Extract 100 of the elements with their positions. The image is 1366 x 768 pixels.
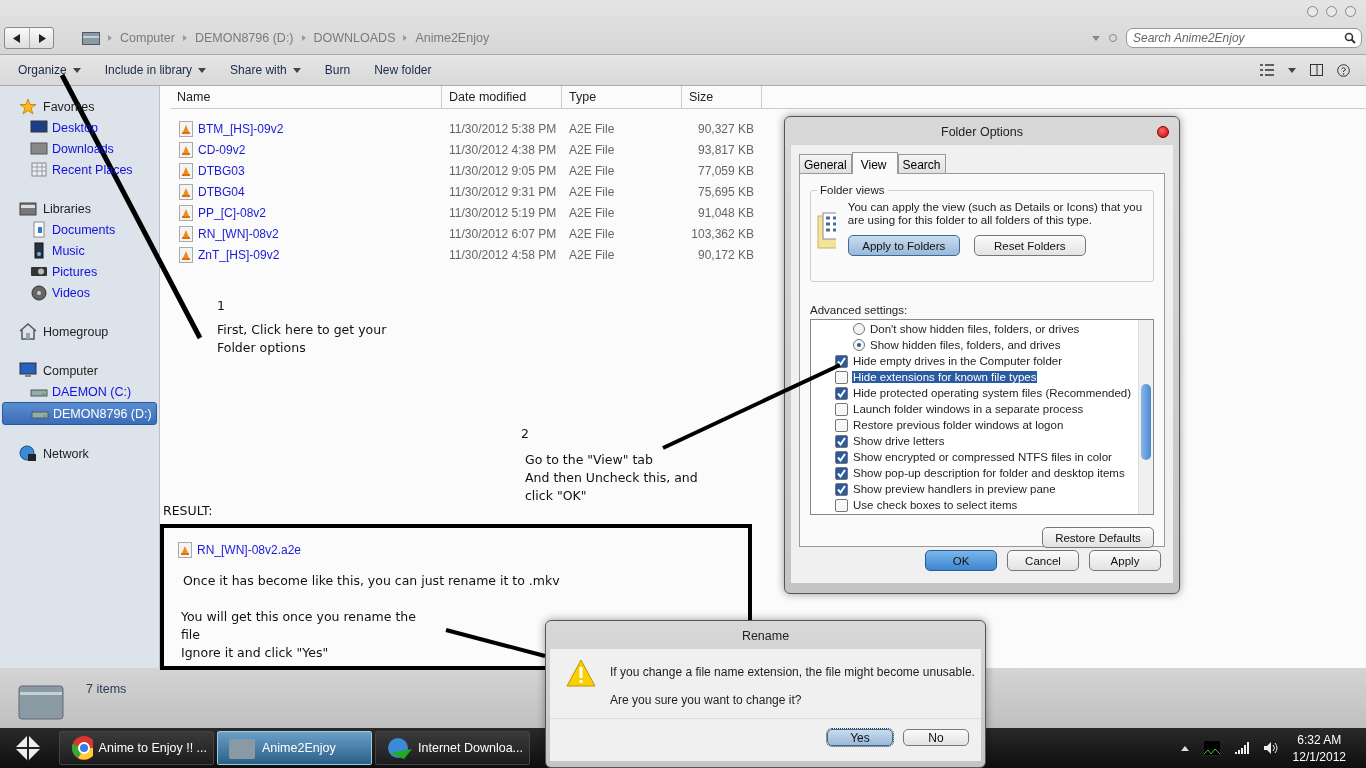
- checkbox[interactable]: [835, 402, 848, 416]
- sidebar-group[interactable]: Computer: [0, 360, 159, 381]
- search-field[interactable]: Search Anime2Enjoy: [1126, 28, 1362, 48]
- help-icon[interactable]: [1337, 63, 1350, 77]
- setting-label[interactable]: Show encrypted or compressed NTFS files in color: [852, 451, 1113, 463]
- type-cell-text: A2E File: [568, 226, 616, 241]
- tab[interactable]: View: [851, 152, 898, 174]
- setting-label[interactable]: Show preview handlers in preview pane: [852, 483, 1057, 495]
- toolbar-button[interactable]: Burn: [314, 59, 361, 81]
- sidebar-item[interactable]: DEMON8796 (D:): [2, 402, 157, 425]
- close-button[interactable]: [1157, 126, 1169, 138]
- checkbox[interactable]: [835, 386, 848, 400]
- sidebar-item[interactable]: DAEMON (C:): [2, 381, 157, 402]
- description-text: You can apply the view (such as Details or Icons) that you are using for this folder to all folders of this type.: [847, 200, 1144, 227]
- date-cell-text: 11/30/2012 6:07 PM: [448, 226, 558, 241]
- tab[interactable]: General: [799, 154, 852, 173]
- type-cell-text: A2E File: [568, 142, 616, 157]
- column-header[interactable]: Type: [562, 86, 682, 108]
- checkbox[interactable]: [835, 498, 848, 512]
- dialog-title: Rename: [740, 628, 791, 645]
- checkbox[interactable]: [835, 482, 848, 496]
- checkbox[interactable]: [835, 418, 848, 432]
- checkbox[interactable]: [835, 370, 848, 384]
- type-cell-text: A2E File: [568, 184, 616, 199]
- sidebar-group[interactable]: Libraries: [0, 198, 159, 219]
- clock[interactable]: 6:32 AM 12/1/2012: [1292, 732, 1346, 764]
- message-text: If you change a file name extension, the file might become unusable.: [610, 665, 975, 679]
- toolbar-button[interactable]: New folder: [364, 59, 442, 81]
- dialog-button[interactable]: Apply to Folders: [847, 235, 960, 256]
- column-header[interactable]: Size: [682, 86, 762, 108]
- dialog-title: Folder Options: [940, 124, 1024, 141]
- column-header[interactable]: Date modified: [442, 86, 562, 108]
- file-icon: [179, 246, 193, 263]
- file-name[interactable]: BTM_[HS]-09v2: [170, 120, 442, 137]
- file-icon: [179, 204, 193, 221]
- annotation-text: Ignore it and click "Yes": [181, 644, 329, 662]
- tab[interactable]: Search: [897, 154, 946, 173]
- setting-label[interactable]: Hide protected operating system files (Recommended): [852, 387, 1133, 399]
- setting-label[interactable]: Show pop-up description for folder and desktop items: [852, 467, 1126, 479]
- scrollbar[interactable]: [1138, 320, 1153, 514]
- setting-label[interactable]: Launch folder windows in a separate process: [852, 403, 1085, 415]
- radio-button[interactable]: [853, 323, 865, 335]
- size-cell-text: 90,327 KB: [696, 121, 755, 136]
- file-name[interactable]: ZnT_[HS]-09v2: [170, 246, 442, 263]
- annotation-text: First, Click here to get your Folder options: [217, 321, 388, 357]
- circle-logo-icon: [386, 735, 413, 761]
- file-name[interactable]: PP_[C]-08v2: [170, 204, 442, 221]
- dialog-button[interactable]: Yes: [827, 729, 893, 746]
- preview-pane-icon[interactable]: [1310, 64, 1323, 76]
- result-label: RESULT:: [163, 502, 213, 520]
- graph-icon[interactable]: [1202, 740, 1221, 756]
- checkbox[interactable]: [835, 450, 848, 464]
- setting-label[interactable]: Hide extensions for known file types: [852, 371, 1038, 383]
- size-cell-text: 103,362 KB: [690, 226, 755, 241]
- dialog-button[interactable]: Reset Folders: [973, 235, 1086, 256]
- toolbar-button[interactable]: Share with: [220, 59, 311, 81]
- start-button[interactable]: [13, 733, 43, 763]
- setting-label[interactable]: Restore previous folder windows at logon: [852, 419, 1065, 431]
- speaker-icon[interactable]: [1262, 741, 1279, 755]
- file-name[interactable]: DTBG04: [170, 183, 442, 200]
- search-icon: [1344, 32, 1356, 44]
- file-name[interactable]: DTBG03: [170, 162, 442, 179]
- maximize-button[interactable]: [1326, 6, 1337, 17]
- setting-label[interactable]: Show hidden files, folders, and drives: [869, 339, 1062, 351]
- dropdown-arrow-icon[interactable]: [1288, 67, 1296, 73]
- scrollbar-thumb[interactable]: [1141, 384, 1151, 460]
- sidebar-item[interactable]: Music: [2, 240, 157, 261]
- minimize-button[interactable]: [1307, 6, 1318, 17]
- sidebar-item[interactable]: Pictures: [2, 261, 157, 282]
- restore-defaults-button[interactable]: Restore Defaults: [1042, 527, 1154, 548]
- chevron-icon: [403, 35, 408, 41]
- show-hidden-icons-icon[interactable]: [1180, 745, 1189, 751]
- toolbar-button[interactable]: Organize: [8, 59, 91, 81]
- setting-label[interactable]: Hide empty drives in the Computer folder: [852, 355, 1063, 367]
- dialog-button[interactable]: OK: [925, 550, 997, 571]
- sidebar-item[interactable]: Videos: [2, 282, 157, 303]
- view-list-icon[interactable]: [1260, 64, 1274, 76]
- checkbox[interactable]: [835, 466, 848, 480]
- file-name[interactable]: CD-09v2: [170, 141, 442, 158]
- dialog-button[interactable]: No: [903, 729, 969, 746]
- taskbar-button[interactable]: Internet Downloa...: [375, 731, 530, 765]
- radio-button[interactable]: [853, 339, 865, 351]
- column-header[interactable]: Name: [170, 86, 442, 108]
- setting-label[interactable]: Don't show hidden files, folders, or drives: [869, 323, 1081, 335]
- dialog-button[interactable]: Apply: [1089, 550, 1161, 571]
- file-name[interactable]: RN_[WN]-08v2: [170, 225, 442, 242]
- toolbar-button[interactable]: Include in library: [94, 59, 217, 81]
- taskbar-button[interactable]: Anime to Enjoy !! ...: [59, 731, 214, 765]
- step-number: 2: [521, 425, 529, 443]
- sidebar-item[interactable]: Documents: [2, 219, 157, 240]
- sidebar-group[interactable]: Network: [0, 443, 159, 464]
- grid-icon: [30, 161, 48, 178]
- annotation-text: And then Uncheck this, and click "OK": [525, 469, 699, 505]
- signal-bars-icon[interactable]: [1234, 742, 1249, 754]
- sidebar-group[interactable]: Homegroup: [0, 321, 159, 342]
- setting-label[interactable]: Show drive letters: [852, 435, 946, 447]
- checkbox[interactable]: [835, 434, 848, 448]
- dialog-button[interactable]: Cancel: [1007, 550, 1079, 571]
- taskbar-button[interactable]: Anime2Enjoy: [217, 731, 372, 765]
- setting-label[interactable]: Use check boxes to select items: [852, 499, 1019, 511]
